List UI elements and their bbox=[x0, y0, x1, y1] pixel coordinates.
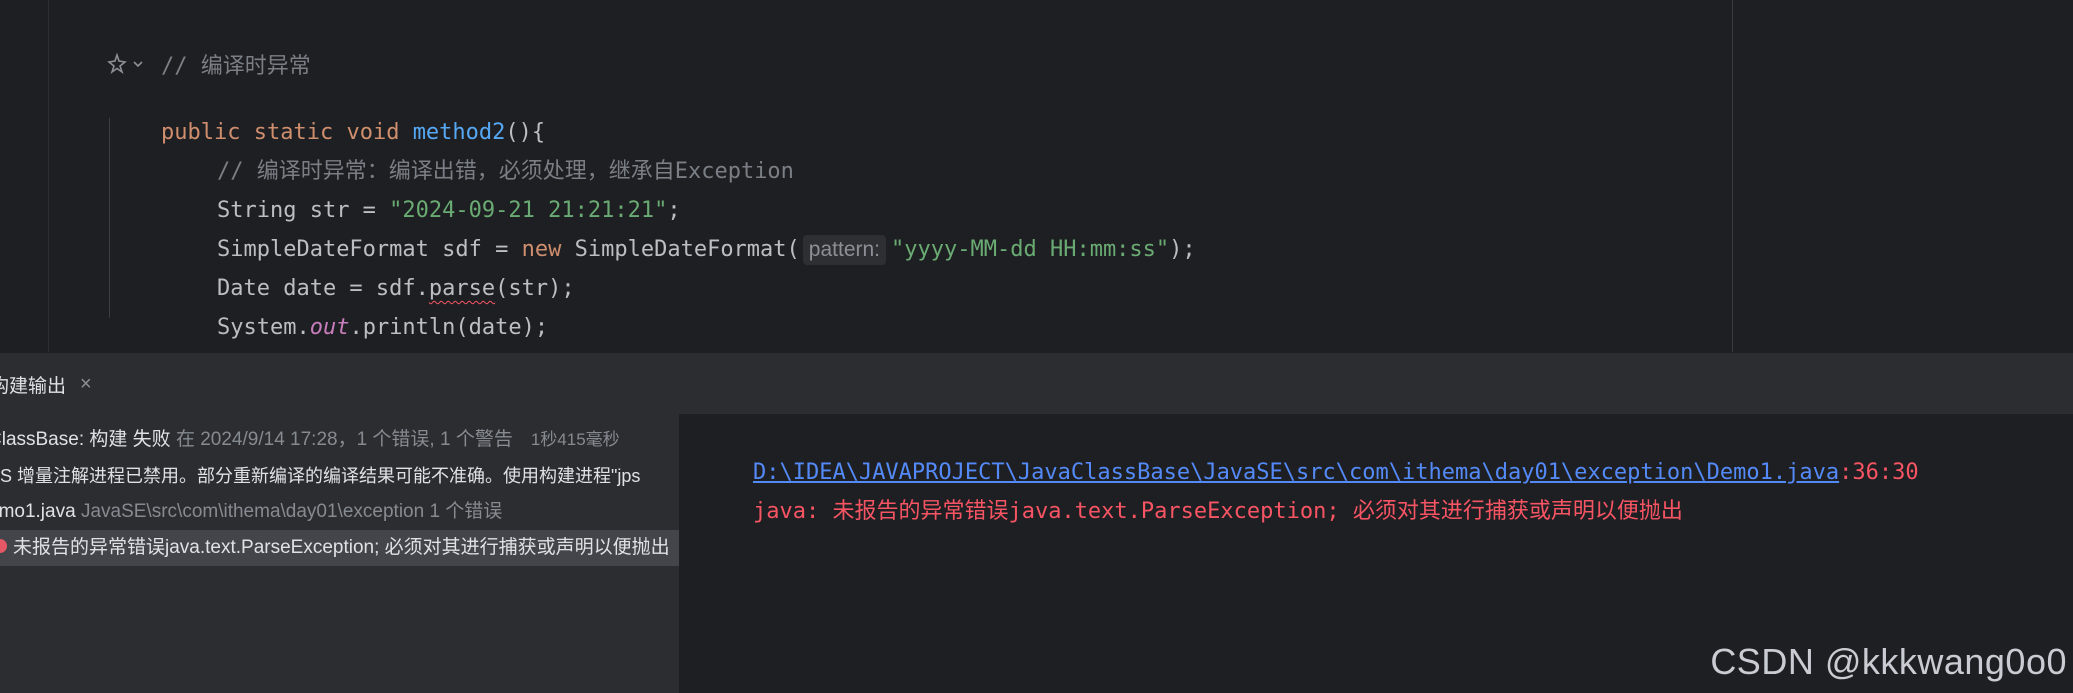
static-field: out bbox=[309, 315, 350, 340]
code-editor[interactable]: // 编译时异常 public static void method2(){ /… bbox=[0, 0, 2073, 352]
tab-label: 构建输出 bbox=[0, 375, 67, 397]
watermark: CSDN @kkkwang0o0 bbox=[1710, 641, 2067, 682]
output-line-error: java: 未报告的异常错误java.text.ParseException; … bbox=[700, 455, 1683, 524]
project-name: ClassBase: bbox=[0, 429, 85, 450]
build-status: 构建 失败 bbox=[84, 429, 171, 450]
code-line-comment-top[interactable]: // 编译时异常 bbox=[108, 16, 311, 79]
parameter-hint: pattern: bbox=[802, 235, 887, 265]
ai-sparkle-icon[interactable] bbox=[106, 53, 128, 75]
comment-text: // 编译时异常 bbox=[160, 54, 311, 79]
compiler-error-message: java: 未报告的异常错误java.text.ParseException; … bbox=[752, 499, 1683, 524]
build-detail: 在 2024/9/14 17:28，1 个错误, 1 个警告 bbox=[170, 429, 513, 450]
close-icon[interactable]: × bbox=[80, 374, 92, 394]
output-line-location: D:\IDEA\JAVAPROJECT\JavaClassBase\JavaSE… bbox=[700, 416, 1919, 485]
tree-item-error[interactable]: 未报告的异常错误java.text.ParseException; 必须对其进行… bbox=[0, 530, 679, 566]
code-text: ); bbox=[1169, 237, 1196, 262]
code-line-sdf-decl[interactable]: SimpleDateFormat sdf = new SimpleDateFor… bbox=[108, 199, 1196, 265]
code-line-method-signature[interactable]: public static void method2(){ bbox=[108, 82, 545, 145]
code-line-closing-brace[interactable]: } bbox=[108, 316, 174, 350]
chevron-down-icon[interactable] bbox=[132, 58, 144, 70]
file-path: JavaSE\src\com\ithema\day01\exception 1 … bbox=[75, 501, 503, 522]
code-line-string-decl[interactable]: String str = "2024-09-21 21:21:21"; bbox=[108, 160, 681, 223]
code-text: SimpleDateFormat( bbox=[561, 237, 800, 262]
gutter-divider bbox=[48, 0, 49, 352]
build-tool-window-header: 构建输出 × bbox=[0, 352, 2073, 414]
warning-text: PS 增量注解进程已禁用。部分重新编译的编译结果可能不准确。使用构建进程"jps bbox=[0, 466, 641, 486]
source-position: :36:30 bbox=[1839, 460, 1919, 485]
tree-item-warning[interactable]: PS 增量注解进程已禁用。部分重新编译的编译结果可能不准确。使用构建进程"jps bbox=[0, 458, 679, 494]
tree-item-file[interactable]: emo1.java JavaSE\src\com\ithema\day01\ex… bbox=[0, 494, 679, 530]
code-line-comment-inner[interactable]: // 编译时异常：编译出错，必须处理，继承自Exception bbox=[108, 121, 794, 184]
code-line-parse[interactable]: Date date = sdf.parse(str); bbox=[108, 238, 575, 301]
build-duration: 1秒415毫秒 bbox=[530, 430, 620, 449]
tree-item-build-root[interactable]: ClassBase: 构建 失败 在 2024/9/14 17:28，1 个错误… bbox=[0, 422, 679, 458]
code-text: System. bbox=[216, 315, 310, 340]
code-text: .println(date); bbox=[349, 315, 549, 340]
error-text: 未报告的异常错误java.text.ParseException; 必须对其进行… bbox=[13, 537, 670, 558]
right-margin-guide bbox=[1732, 0, 1733, 352]
file-name: emo1.java bbox=[0, 501, 76, 522]
build-tree-panel[interactable]: ClassBase: 构建 失败 在 2024/9/14 17:28，1 个错误… bbox=[0, 414, 680, 693]
tab-build-output[interactable]: 构建输出 × bbox=[0, 367, 92, 401]
string-literal: "yyyy-MM-dd HH:mm:ss" bbox=[891, 237, 1170, 262]
inlay-gutter-icons[interactable] bbox=[106, 50, 144, 78]
error-icon bbox=[0, 538, 7, 553]
code-line-println[interactable]: System.out.println(date); bbox=[108, 277, 548, 340]
